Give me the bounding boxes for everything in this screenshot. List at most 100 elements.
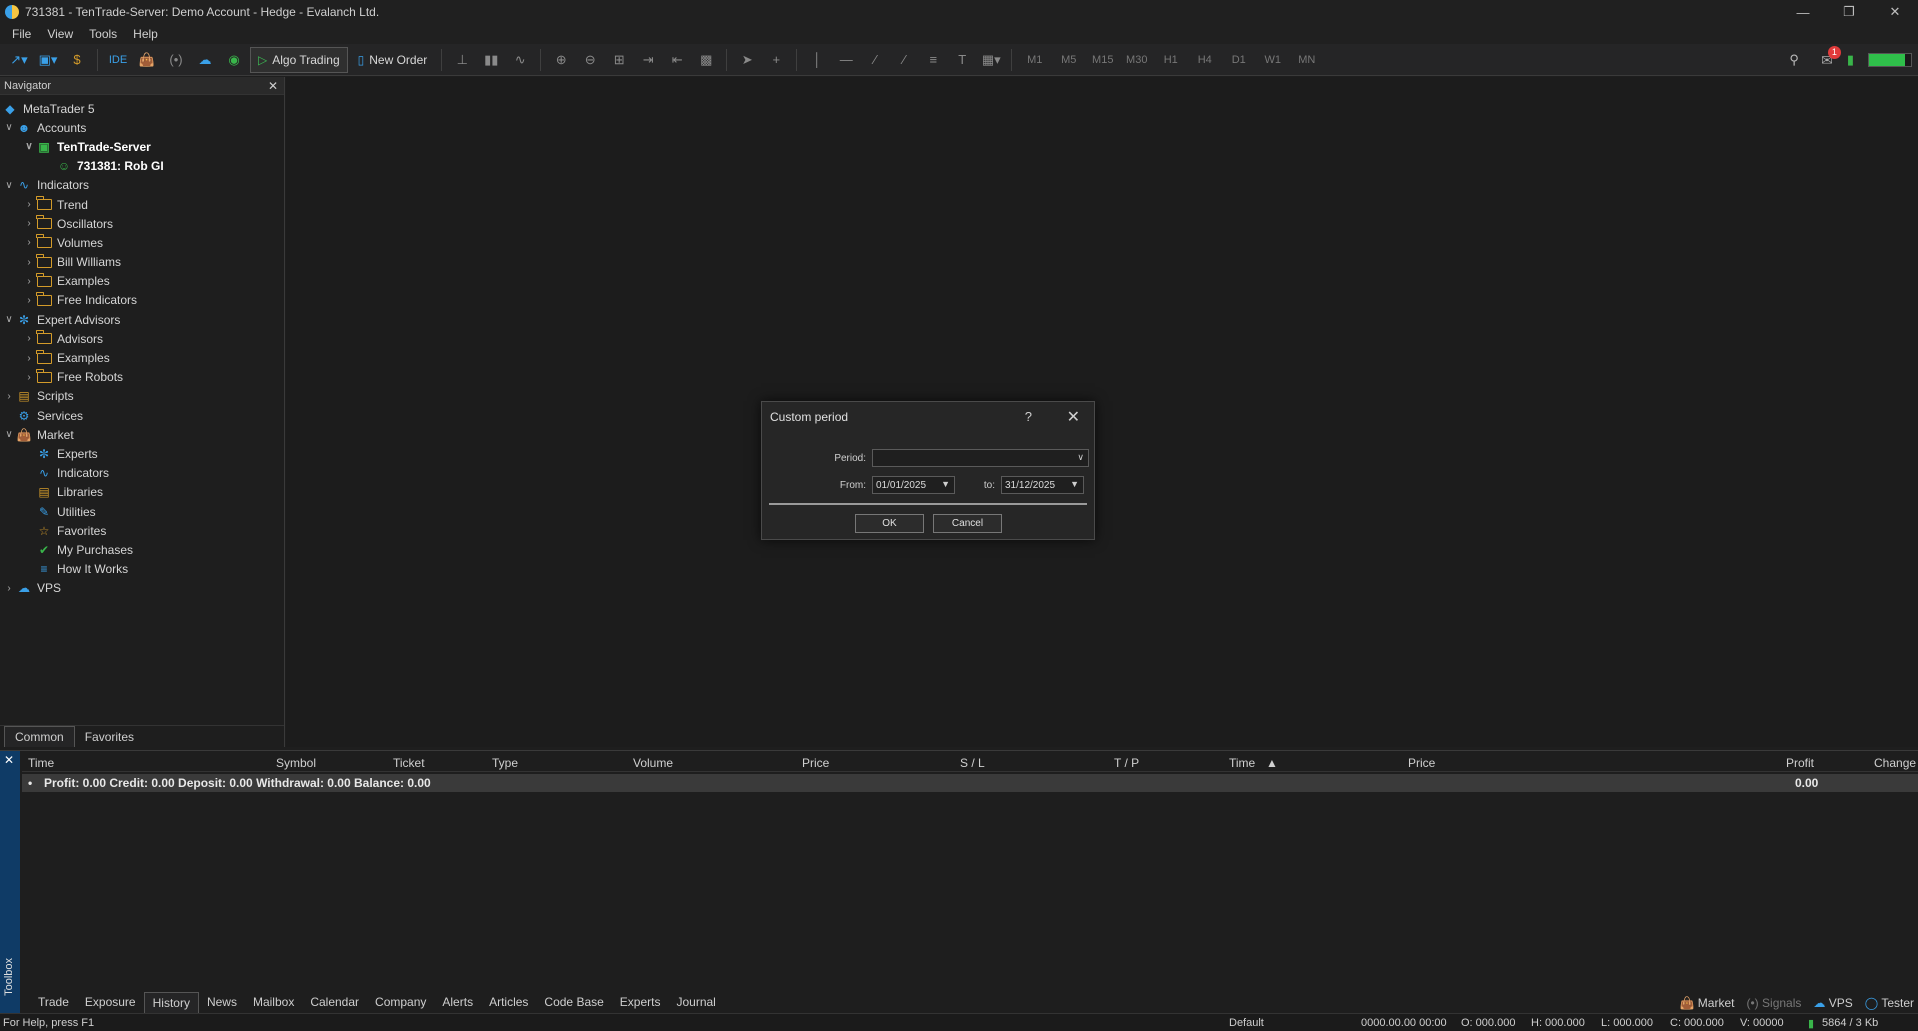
timeframe-m15[interactable]: M15 (1087, 54, 1118, 66)
channel-icon[interactable]: ⁄ (891, 48, 917, 72)
tree-how-it-works[interactable]: ≡ How It Works (0, 560, 284, 579)
vps-link[interactable]: ☁ VPS (1813, 996, 1852, 1010)
chevron-right-icon[interactable]: › (22, 276, 36, 287)
menu-help[interactable]: Help (127, 27, 168, 41)
chevron-down-icon[interactable]: ∨ (2, 180, 16, 191)
period-select[interactable]: ∨ (872, 449, 1089, 467)
zoom-in-icon[interactable]: ⊕ (548, 48, 574, 72)
chevron-down-icon[interactable]: ∨ (2, 429, 16, 440)
horizontal-line-icon[interactable]: — (833, 48, 859, 72)
col-volume[interactable]: Volume (633, 756, 673, 770)
chevron-right-icon[interactable]: › (22, 218, 36, 229)
shapes-icon[interactable]: ▦▾ (978, 48, 1004, 72)
tab-favorites[interactable]: Favorites (75, 727, 144, 747)
tree-indicators[interactable]: ∨ ∿ Indicators (0, 176, 284, 195)
col-symbol[interactable]: Symbol (276, 756, 316, 770)
chevron-right-icon[interactable]: › (22, 295, 36, 306)
to-date-picker[interactable]: 31/12/2025 ▼ (1001, 476, 1084, 494)
tab-code-base[interactable]: Code Base (536, 992, 611, 1012)
chevron-right-icon[interactable]: › (2, 391, 16, 402)
tree-free-robots[interactable]: › Free Robots (0, 368, 284, 387)
tree-advisors[interactable]: › Advisors (0, 329, 284, 348)
tab-alerts[interactable]: Alerts (434, 992, 481, 1012)
chevron-right-icon[interactable]: › (22, 333, 36, 344)
col-price-close[interactable]: Price (1408, 756, 1435, 770)
timeframe-mn[interactable]: MN (1291, 54, 1322, 66)
tree-vps[interactable]: › ☁ VPS (0, 579, 284, 598)
tree-accounts[interactable]: ∨ ☻ Accounts (0, 118, 284, 137)
status-profile[interactable]: Default (1229, 1017, 1264, 1029)
col-tp[interactable]: T / P (1114, 756, 1139, 770)
tab-articles[interactable]: Articles (481, 992, 536, 1012)
col-type[interactable]: Type (492, 756, 518, 770)
tree-experts[interactable]: ✼ Experts (0, 444, 284, 463)
new-order-button[interactable]: ▯ New Order (351, 47, 435, 73)
auto-scroll-icon[interactable]: ⇥ (635, 48, 661, 72)
tester-link[interactable]: ◯ Tester (1865, 996, 1914, 1010)
chevron-right-icon[interactable]: › (2, 583, 16, 594)
ok-button[interactable]: OK (855, 514, 924, 533)
tree-server[interactable]: ∨ ▣ TenTrade-Server (0, 137, 284, 156)
cancel-button[interactable]: Cancel (933, 514, 1002, 533)
timeframe-m5[interactable]: M5 (1053, 54, 1084, 66)
tab-common[interactable]: Common (4, 726, 75, 747)
tree-utilities[interactable]: ✎ Utilities (0, 502, 284, 521)
tile-windows-icon[interactable]: ⊞ (606, 48, 632, 72)
tree-services[interactable]: ⚙ Services (0, 406, 284, 425)
text-icon[interactable]: T (949, 48, 975, 72)
tree-market[interactable]: ∨ 👜 Market (0, 425, 284, 444)
line-chart-icon[interactable]: ∿ (507, 48, 533, 72)
tree-ea-examples[interactable]: › Examples (0, 348, 284, 367)
timeframe-d1[interactable]: D1 (1223, 54, 1254, 66)
new-chart-icon[interactable]: ↗▾ (6, 48, 32, 72)
col-profit[interactable]: Profit (1786, 756, 1814, 770)
community-icon[interactable]: ◉ (221, 48, 247, 72)
crosshair-icon[interactable]: + (763, 48, 789, 72)
chevron-down-icon[interactable]: ∨ (2, 122, 16, 133)
toolbox-close-icon[interactable]: ✕ (4, 753, 14, 767)
signals-link[interactable]: (•) Signals (1746, 996, 1801, 1010)
vertical-line-icon[interactable]: │ (804, 48, 830, 72)
menu-view[interactable]: View (41, 27, 83, 41)
restore-icon[interactable]: ❐ (1826, 0, 1872, 24)
from-date-picker[interactable]: 01/01/2025 ▼ (872, 476, 955, 494)
signals-icon[interactable]: (•) (163, 48, 189, 72)
chevron-down-icon[interactable]: ∨ (2, 314, 16, 325)
tree-scripts[interactable]: › ▤ Scripts (0, 387, 284, 406)
close-icon[interactable]: ✕ (1067, 407, 1080, 427)
chevron-right-icon[interactable]: › (22, 372, 36, 383)
navigator-close-icon[interactable]: ✕ (268, 79, 278, 93)
ide-icon[interactable]: IDE (105, 48, 131, 72)
tree-examples[interactable]: › Examples (0, 272, 284, 291)
tree-volumes[interactable]: › Volumes (0, 233, 284, 252)
tree-libraries[interactable]: ▤ Libraries (0, 483, 284, 502)
col-change[interactable]: Change (1874, 756, 1916, 770)
timeframe-h4[interactable]: H4 (1189, 54, 1220, 66)
chevron-right-icon[interactable]: › (22, 353, 36, 364)
tree-favorites[interactable]: ☆ Favorites (0, 521, 284, 540)
timeframe-m30[interactable]: M30 (1121, 54, 1152, 66)
col-price[interactable]: Price (802, 756, 829, 770)
search-icon[interactable]: ⚲ (1781, 48, 1807, 72)
chevron-right-icon[interactable]: › (22, 199, 36, 210)
profiles-icon[interactable]: ▣▾ (35, 48, 61, 72)
minimize-icon[interactable]: — (1780, 0, 1826, 24)
fibonacci-icon[interactable]: ≡ (920, 48, 946, 72)
tab-trade[interactable]: Trade (30, 992, 77, 1012)
menu-tools[interactable]: Tools (83, 27, 127, 41)
chevron-right-icon[interactable]: › (22, 237, 36, 248)
market-bag-icon[interactable]: 👜 (134, 48, 160, 72)
tab-history[interactable]: History (143, 991, 199, 1013)
chevron-down-icon[interactable]: ∨ (22, 141, 36, 152)
algo-trading-button[interactable]: ▷ Algo Trading (250, 46, 348, 73)
tab-exposure[interactable]: Exposure (77, 992, 144, 1012)
col-time[interactable]: Time (28, 756, 54, 770)
screenshot-icon[interactable]: ▩ (693, 48, 719, 72)
cursor-icon[interactable]: ➤ (734, 48, 760, 72)
bar-chart-icon[interactable]: ⊥ (449, 48, 475, 72)
tree-market-indicators[interactable]: ∿ Indicators (0, 464, 284, 483)
tree-my-purchases[interactable]: ✔ My Purchases (0, 540, 284, 559)
tab-mailbox[interactable]: Mailbox (245, 992, 302, 1012)
timeframe-m1[interactable]: M1 (1019, 54, 1050, 66)
tab-company[interactable]: Company (367, 992, 434, 1012)
